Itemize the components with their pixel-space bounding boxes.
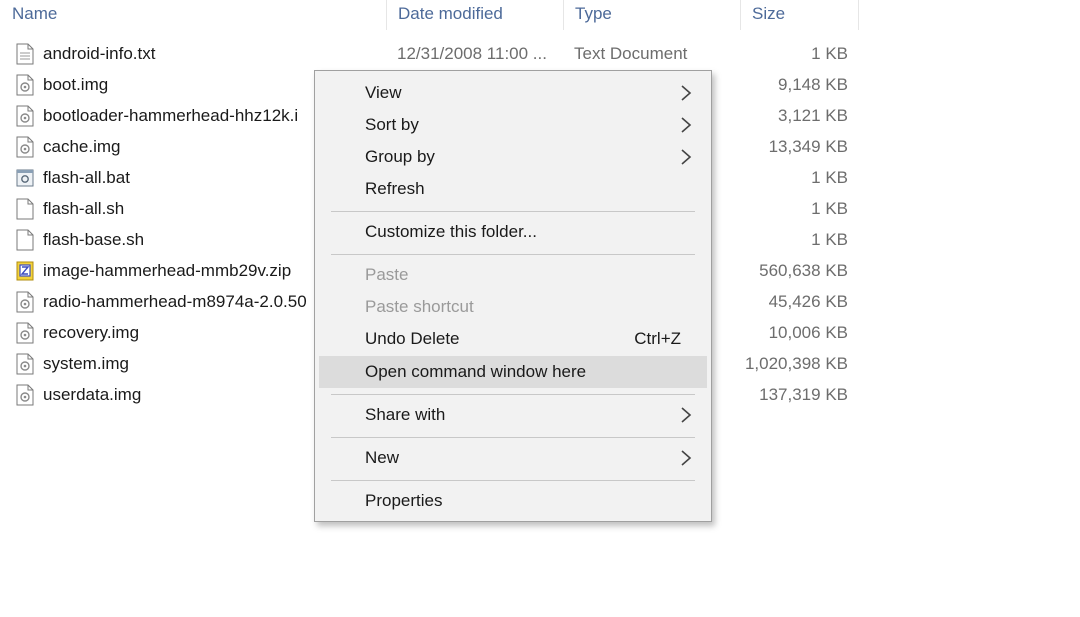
menu-separator	[331, 211, 695, 212]
file-size: 1 KB	[811, 230, 848, 249]
chevron-right-icon	[681, 407, 692, 423]
menu-item-label: Share with	[365, 405, 446, 424]
chevron-right-icon	[681, 149, 692, 165]
menu-separator	[331, 480, 695, 481]
file-name: bootloader-hammerhead-hhz12k.i	[43, 106, 299, 125]
menu-item-paste[interactable]: Paste	[319, 259, 707, 291]
menu-item-open-command-window[interactable]: Open command window here	[319, 356, 707, 388]
menu-item-label: Sort by	[365, 115, 419, 134]
file-size: 1 KB	[811, 199, 848, 218]
menu-item-paste-shortcut[interactable]: Paste shortcut	[319, 291, 707, 323]
menu-item-label: Undo Delete	[365, 329, 460, 348]
blank-file-icon	[16, 198, 34, 220]
menu-item-view[interactable]: View	[319, 77, 707, 109]
menu-separator	[331, 254, 695, 255]
menu-item-undo-delete[interactable]: Undo Delete Ctrl+Z	[319, 323, 707, 355]
file-name: flash-all.sh	[43, 199, 125, 218]
file-name: radio-hammerhead-m8974a-2.0.50	[43, 292, 307, 311]
menu-separator	[331, 394, 695, 395]
menu-item-label: Open command window here	[365, 362, 587, 381]
menu-item-label: Customize this folder...	[365, 222, 537, 241]
file-size: 137,319 KB	[759, 385, 848, 404]
chevron-right-icon	[681, 450, 692, 466]
menu-item-label: Group by	[365, 147, 435, 166]
column-header-size[interactable]: Size	[740, 0, 858, 30]
menu-item-label: Properties	[365, 491, 443, 510]
file-size: 3,121 KB	[778, 106, 848, 125]
img-file-icon	[16, 136, 34, 158]
menu-item-properties[interactable]: Properties	[319, 485, 707, 517]
file-size: 1 KB	[811, 44, 848, 63]
file-name: userdata.img	[43, 385, 142, 404]
menu-item-label: New	[365, 448, 400, 467]
context-menu: View Sort by Group by Refresh Customize …	[314, 70, 712, 522]
file-size: 560,638 KB	[759, 261, 848, 280]
img-file-icon	[16, 105, 34, 127]
file-name: flash-all.bat	[43, 168, 130, 187]
file-size: 45,426 KB	[768, 292, 848, 311]
chevron-right-icon	[681, 85, 692, 101]
file-name: flash-base.sh	[43, 230, 145, 249]
blank-file-icon	[16, 229, 34, 251]
file-name: system.img	[43, 354, 129, 373]
file-size: 9,148 KB	[778, 75, 848, 94]
menu-item-label: View	[365, 83, 402, 102]
menu-item-shortcut: Ctrl+Z	[634, 329, 681, 348]
menu-item-label: Paste	[365, 265, 409, 284]
batch-file-icon	[16, 167, 34, 189]
file-size: 13,349 KB	[768, 137, 848, 156]
text-file-icon	[16, 43, 34, 65]
file-name: image-hammerhead-mmb29v.zip	[43, 261, 292, 280]
menu-item-share-with[interactable]: Share with	[319, 399, 707, 431]
menu-item-customize-folder[interactable]: Customize this folder...	[319, 216, 707, 248]
zip-file-icon	[16, 260, 34, 282]
file-name: android-info.txt	[43, 44, 156, 63]
img-file-icon	[16, 353, 34, 375]
column-header-bar: Name Date modified Type Size	[0, 0, 1080, 30]
img-file-icon	[16, 384, 34, 406]
menu-item-label: Paste shortcut	[365, 297, 474, 316]
menu-item-group-by[interactable]: Group by	[319, 141, 707, 173]
img-file-icon	[16, 322, 34, 344]
column-divider[interactable]	[858, 0, 859, 30]
file-size: 1,020,398 KB	[744, 354, 848, 373]
file-type: Text Document	[574, 44, 688, 63]
column-header-date[interactable]: Date modified	[386, 0, 563, 30]
file-name: cache.img	[43, 137, 121, 156]
file-size: 1 KB	[811, 168, 848, 187]
file-date-modified: 12/31/2008 11:00 ...	[397, 44, 547, 63]
menu-item-new[interactable]: New	[319, 442, 707, 474]
chevron-right-icon	[681, 117, 692, 133]
img-file-icon	[16, 74, 34, 96]
file-name: boot.img	[43, 75, 109, 94]
menu-separator	[331, 437, 695, 438]
column-header-type[interactable]: Type	[563, 0, 740, 30]
menu-item-sort-by[interactable]: Sort by	[319, 109, 707, 141]
img-file-icon	[16, 291, 34, 313]
file-size: 10,006 KB	[768, 323, 848, 342]
file-name: recovery.img	[43, 323, 140, 342]
menu-item-refresh[interactable]: Refresh	[319, 173, 707, 205]
column-header-name[interactable]: Name	[0, 0, 386, 30]
file-row[interactable]: android-info.txt 12/31/2008 11:00 ... Text…	[0, 40, 1080, 71]
menu-item-label: Refresh	[365, 179, 425, 198]
